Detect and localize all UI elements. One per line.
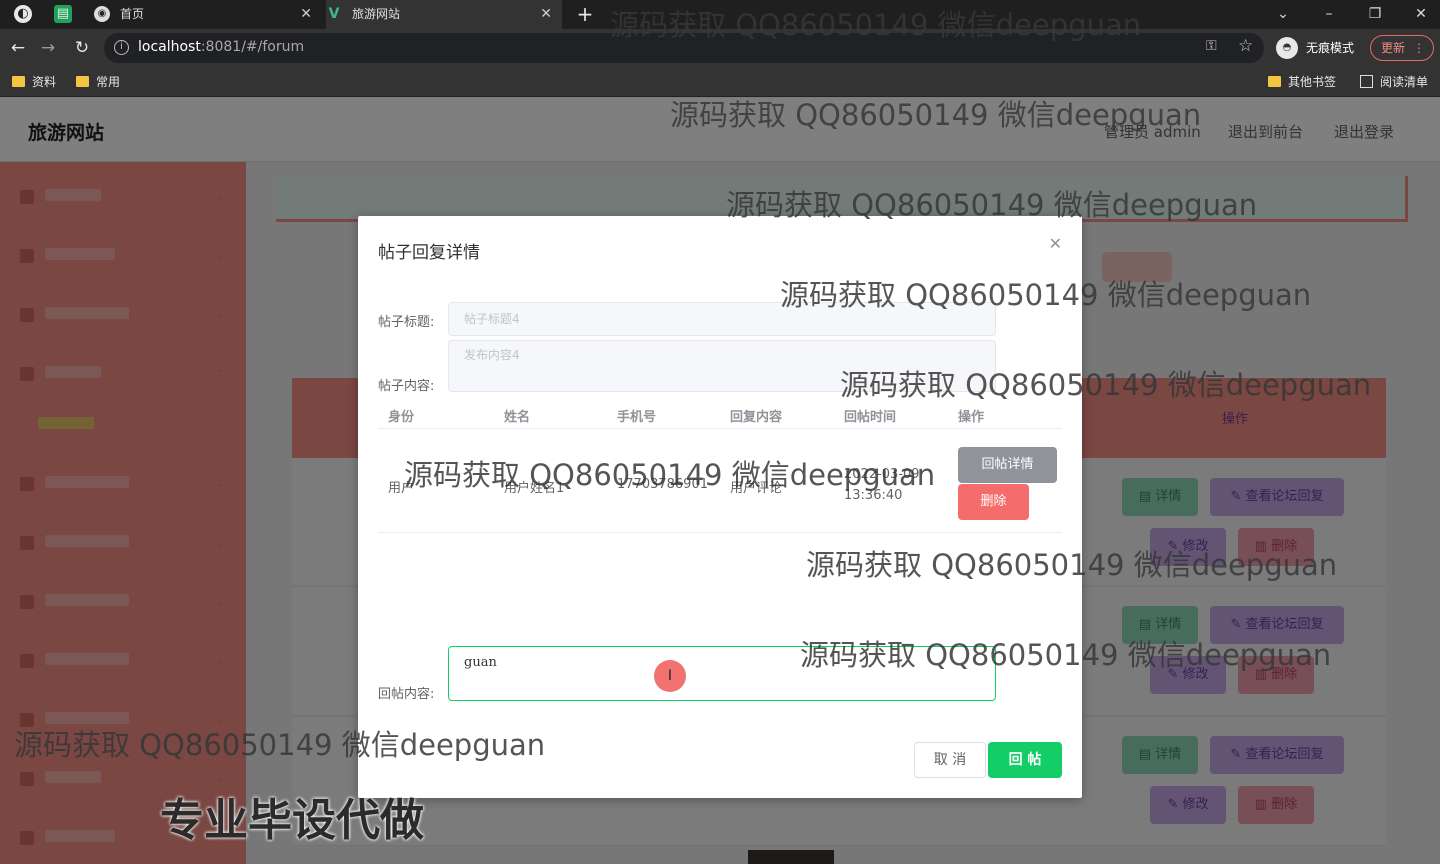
dialog-title: 帖子回复详情 [378,243,480,263]
watermark-text: 源码获取 QQ86050149 微信deepguan [670,98,1202,132]
watermark-text: 源码获取 QQ86050149 微信deepguan [726,188,1258,222]
close-icon[interactable]: ✕ [1049,234,1062,253]
minimize-icon[interactable]: – [1306,0,1352,29]
post-content-label: 帖子内容: [378,379,435,394]
tab-travel-label: 旅游网站 [352,7,401,21]
more-menu-icon[interactable]: ⋮ [1413,36,1425,60]
forward-arrow-icon[interactable]: → [36,36,60,60]
watermark-text: 源码获取 QQ86050149 微信deepguan [610,8,1142,42]
watermark-text: 源码获取 QQ86050149 微信deepguan [806,548,1338,582]
update-button[interactable]: 更新 ⋮ [1370,35,1434,61]
new-tab-icon[interactable]: + [576,4,594,24]
bookmark-label: 阅读清单 [1380,75,1429,89]
col-header-name: 姓名 [504,410,531,425]
folder-icon [12,76,25,87]
text-cursor-icon: I [654,660,686,692]
star-icon[interactable]: ☆ [1238,36,1253,56]
col-header-role: 身份 [388,410,415,425]
vue-logo-icon: V [328,6,340,22]
chrome-profile-icon[interactable]: ◐ [14,5,32,23]
watermark-text: 源码获取 QQ86050149 微信deepguan [14,728,546,762]
table-divider [378,428,1062,429]
bookmark-label: 资料 [32,75,57,89]
update-label: 更新 [1381,41,1406,55]
incognito-indicator[interactable]: ◓ 无痕模式 [1276,33,1354,63]
url-host: localhost [138,39,201,55]
watermark-text: 源码获取 QQ86050149 微信deepguan [840,368,1372,402]
app-icon[interactable]: ▤ [54,5,72,23]
cancel-button[interactable]: 取 消 [914,742,986,778]
tab-home[interactable]: ◉ 首页 ✕ [94,0,318,29]
watermark-banner: 专业毕设代做 [160,795,424,846]
folder-icon [1268,76,1281,87]
info-icon[interactable]: i [114,40,129,55]
reply-content-label: 回帖内容: [378,687,435,702]
window-close-icon[interactable]: ✕ [1398,0,1440,29]
folder-icon [76,76,89,87]
restore-icon[interactable]: ❐ [1352,0,1398,29]
reply-detail-button[interactable]: 回帖详情 [958,447,1057,483]
bookmark-folder[interactable]: 资料 [12,73,56,91]
bookmark-folder[interactable]: 常用 [76,73,120,91]
tab-home-label: 首页 [120,7,145,21]
table-divider [378,532,1062,533]
chevron-down-icon[interactable]: ⌄ [1260,0,1306,29]
bookmark-label: 常用 [96,75,121,89]
url-text[interactable]: localhost:8081/#/forum [138,39,304,55]
reading-list[interactable]: 阅读清单 [1360,73,1428,91]
reload-icon[interactable]: ↻ [70,36,94,60]
globe-icon: ◉ [94,6,110,22]
incognito-label: 无痕模式 [1306,41,1355,55]
delete-reply-button[interactable]: 删除 [958,484,1029,520]
incognito-icon: ◓ [1276,37,1298,59]
watermark-text: 源码获取 QQ86050149 微信deepguan [800,638,1332,672]
key-icon[interactable]: ⚿ [1206,38,1217,54]
col-header-actions: 操作 [958,410,985,425]
col-header-phone: 手机号 [617,410,657,425]
col-header-time: 回帖时间 [844,410,897,425]
submit-reply-button[interactable]: 回 帖 [988,742,1062,778]
close-icon[interactable]: ✕ [300,0,312,29]
other-bookmarks[interactable]: 其他书签 [1268,73,1336,91]
post-title-label: 帖子标题: [378,315,435,330]
col-header-content: 回复内容 [730,410,783,425]
close-icon[interactable]: ✕ [540,0,552,29]
bookmark-label: 其他书签 [1288,75,1337,89]
reading-list-icon [1360,75,1373,88]
watermark-text: 源码获取 QQ86050149 微信deepguan [780,278,1312,312]
tab-travel-site[interactable]: V 旅游网站 ✕ [326,0,562,29]
watermark-text: 源码获取 QQ86050149 微信deepguan [404,458,936,492]
url-path: :8081/#/forum [200,39,305,55]
back-arrow-icon[interactable]: ← [6,36,30,60]
